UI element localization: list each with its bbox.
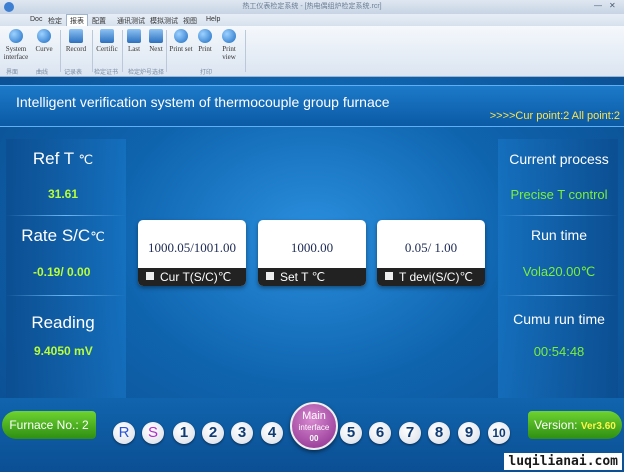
system-interface-icon [9, 29, 23, 43]
close-button[interactable]: ✕ [609, 1, 616, 10]
ribbon-separator [245, 30, 246, 72]
window-titlebar: 热工仪表检定系统 - [热电偶组炉检定系统.rcr] — ✕ [0, 0, 624, 14]
ribbon-group-label: 检定炉号选择 [128, 70, 165, 76]
record-icon [69, 29, 83, 43]
ribbon-group-label: 曲线 [36, 70, 49, 76]
ribbon-toolbar: System interface Curve Record Certific L… [0, 26, 624, 77]
menu-comm-test[interactable]: 通讯测试 [117, 16, 145, 26]
minimize-button[interactable]: — [594, 1, 602, 10]
run-time-value: Vola20.00℃ [522, 264, 596, 279]
header-band: Intelligent verification system of therm… [0, 85, 624, 127]
print-view-icon [222, 29, 236, 43]
cumu-run-time-value: 00:54:48 [533, 344, 585, 359]
card-label-bar: T devi(S/C)℃ [377, 268, 485, 286]
ribbon-group-label: 检定证书 [94, 70, 119, 76]
channel-1-button[interactable]: 1 [173, 422, 195, 444]
last-icon [127, 29, 141, 43]
temp-deviation-value: 0.05/ 1.00 [404, 240, 458, 255]
system-interface-button[interactable]: System interface [2, 29, 30, 61]
divider [498, 295, 618, 296]
cur-temp-label: Cur T(S/C)℃ [160, 270, 232, 284]
certificate-icon [100, 29, 114, 43]
watermark: luqilianai.com [504, 453, 622, 470]
square-icon [385, 272, 393, 280]
set-temp-card: 1000.00 Set T ℃ [258, 220, 366, 286]
current-process-value: Precise T control [510, 187, 608, 202]
ref-t-label: Ref T ℃ [32, 149, 94, 168]
divider [6, 215, 126, 216]
cur-temp-value: 1000.05/1001.00 [147, 240, 237, 255]
cur-temp-card: 1000.05/1001.00 Cur T(S/C)℃ [138, 220, 246, 286]
channel-10-button[interactable]: 10 [488, 422, 510, 444]
channel-r-button[interactable]: R [113, 422, 135, 444]
channel-2-button[interactable]: 2 [202, 422, 224, 444]
ribbon-group-label: 打印 [200, 70, 213, 76]
current-process-label: Current process [509, 151, 609, 167]
ribbon-group-label: 界面 [6, 70, 19, 76]
divider [6, 295, 126, 296]
menu-bar: Doc 检定 报表 配置 通讯测试 模拟测试 视图 Help [0, 14, 624, 27]
cur-point-indicator: >>>>Cur point:2 All point:2 [489, 110, 620, 122]
curve-button[interactable]: Curve [30, 29, 58, 53]
print-view-button[interactable]: Print view [215, 29, 243, 61]
temp-deviation-label: T devi(S/C)℃ [399, 270, 473, 284]
channel-8-button[interactable]: 8 [428, 422, 450, 444]
main-panel: Intelligent verification system of therm… [0, 77, 624, 472]
furnace-number-button[interactable]: Furnace No.: 2 [2, 411, 96, 439]
ribbon-group-label: 记录表 [64, 70, 83, 76]
temp-deviation-card: 0.05/ 1.00 T devi(S/C)℃ [377, 220, 485, 286]
channel-3-button[interactable]: 3 [231, 422, 253, 444]
run-time-label: Run time [530, 227, 588, 243]
reading-value: 9.4050 mV [34, 344, 93, 358]
square-icon [146, 272, 154, 280]
menu-help[interactable]: Help [206, 16, 220, 23]
set-temp-label: Set T ℃ [280, 270, 326, 284]
menu-doc[interactable]: Doc [30, 16, 42, 23]
square-icon [266, 272, 274, 280]
set-temp-value: 1000.00 [290, 240, 334, 255]
channel-6-button[interactable]: 6 [369, 422, 391, 444]
cumu-run-time-label: Cumu run time [513, 311, 605, 327]
channel-7-button[interactable]: 7 [399, 422, 421, 444]
curve-icon [37, 29, 51, 43]
page-title: Intelligent verification system of therm… [16, 94, 390, 110]
menu-config[interactable]: 配置 [92, 16, 106, 26]
channel-9-button[interactable]: 9 [458, 422, 480, 444]
menu-sim-test[interactable]: 模拟测试 [150, 16, 178, 26]
channel-4-button[interactable]: 4 [261, 422, 283, 444]
ribbon-separator [60, 30, 61, 72]
rate-value: -0.19/ 0.00 [33, 265, 91, 279]
version-badge: Version: Ver3.60 [528, 411, 622, 439]
menu-view[interactable]: 视图 [183, 16, 197, 26]
divider [498, 215, 618, 216]
card-label-bar: Cur T(S/C)℃ [138, 268, 246, 286]
rate-label: Rate S/C℃ [21, 226, 105, 245]
print-set-icon [174, 29, 188, 43]
print-icon [198, 29, 212, 43]
reading-label: Reading [31, 313, 95, 332]
window-title: 热工仪表检定系统 - [热电偶组炉检定系统.rcr] [242, 3, 382, 10]
next-icon [149, 29, 163, 43]
channel-5-button[interactable]: 5 [340, 422, 362, 444]
menu-verify[interactable]: 检定 [48, 16, 62, 26]
record-button[interactable]: Record [62, 29, 90, 53]
channel-s-button[interactable]: S [142, 422, 164, 444]
card-label-bar: Set T ℃ [258, 268, 366, 286]
ref-t-value: 31.61 [48, 187, 79, 201]
certific-button[interactable]: Certific [93, 29, 121, 53]
main-interface-button[interactable]: Main interface 00 [290, 402, 338, 450]
